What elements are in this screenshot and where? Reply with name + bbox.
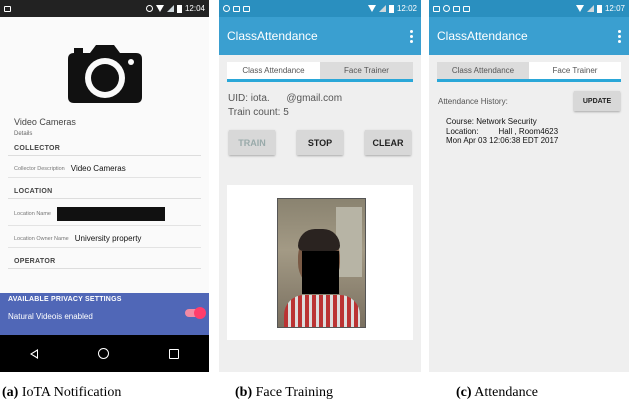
location-owner-label: Location Owner Name [14, 235, 69, 242]
caption-b-letter: (b) [235, 385, 253, 400]
privacy-option-label: Natural Videois enabled [8, 312, 93, 321]
train-count-label: Train count: 5 [228, 107, 289, 118]
status-bar: 12:02 [219, 0, 421, 17]
home-nav-icon[interactable] [98, 348, 109, 359]
wifi-icon [367, 5, 376, 12]
background-door [336, 207, 362, 277]
redacted-face [302, 251, 339, 294]
collector-description-label: Collector Description [14, 165, 65, 172]
caption-a-text: IoTA Notification [18, 385, 122, 400]
tab-face-trainer[interactable]: Face Trainer [320, 62, 413, 79]
status-time: 12:04 [184, 4, 205, 13]
image-icon [463, 5, 470, 12]
collector-description-value: Video Cameras [70, 164, 126, 173]
clear-button[interactable]: CLEAR [365, 130, 411, 155]
back-nav-icon[interactable] [30, 348, 38, 359]
app-title: ClassAttendance [437, 29, 528, 43]
signal-icon [378, 5, 386, 12]
mail-icon [453, 5, 460, 12]
caption-c-letter: (c) [456, 385, 472, 400]
attendance-record: Course: Network Security Location: Hall … [429, 111, 629, 146]
camera-preview-card [227, 185, 413, 340]
location-owner-value: University property [74, 234, 142, 243]
sync-icon [443, 5, 450, 12]
caption-c-text: Attendance [471, 385, 539, 400]
overflow-menu-icon[interactable] [618, 29, 621, 43]
location-owner-row: Location Owner Name University property [8, 226, 201, 248]
caption-b-text: Face Training [252, 385, 334, 400]
uid-label: UID: iota. @gmail.com [228, 93, 343, 104]
battery-icon [176, 4, 182, 13]
train-button[interactable]: TRAIN [229, 130, 275, 155]
notification-icon [4, 5, 11, 12]
battery-icon [596, 4, 602, 13]
update-button[interactable]: UPDATE [574, 91, 620, 111]
phone-iota-notification: 12:04 Video Cameras Details COLLECTOR Co… [0, 0, 209, 372]
person-hair [298, 229, 340, 251]
status-time: 12:07 [604, 4, 625, 13]
caption-a: (a) IoTA Notification [2, 385, 121, 401]
android-nav-bar [0, 335, 209, 372]
overflow-menu-icon[interactable] [410, 29, 413, 43]
wifi-icon [575, 5, 584, 12]
record-timestamp: Mon Apr 03 12:06:38 EDT 2017 [446, 136, 559, 145]
tab-bar: Class Attendance Face Trainer [227, 62, 413, 82]
app-title: ClassAttendance [227, 29, 318, 43]
tab-class-attendance[interactable]: Class Attendance [227, 62, 320, 79]
phone-attendance: 12:07 ClassAttendance Class Attendance F… [429, 0, 629, 372]
camera-icon [67, 45, 142, 103]
app-bar: ClassAttendance [219, 17, 421, 55]
recent-apps-icon[interactable] [169, 348, 179, 359]
caption-b: (b) Face Training [235, 385, 333, 401]
attendance-history-label: Attendance History: [438, 96, 508, 106]
app-bar: ClassAttendance [429, 17, 629, 55]
notification-icon [223, 5, 230, 12]
record-course: Course: Network Security [446, 117, 537, 126]
collector-section-header: COLLECTOR [8, 140, 201, 156]
privacy-settings-panel: AVAILABLE PRIVACY SETTINGS Natural Video… [0, 293, 209, 335]
tab-class-attendance[interactable]: Class Attendance [437, 62, 529, 79]
status-bar: 12:04 [0, 0, 209, 17]
camera-image [0, 17, 209, 107]
status-time: 12:02 [396, 4, 417, 13]
camera-preview-image [277, 198, 366, 328]
caption-c: (c) Attendance [456, 385, 538, 401]
privacy-header: AVAILABLE PRIVACY SETTINGS [8, 296, 122, 303]
details-label[interactable]: Details [0, 127, 209, 137]
redacted-location-name [57, 207, 165, 221]
privacy-toggle[interactable] [185, 307, 206, 319]
device-title: Video Cameras [14, 117, 76, 127]
operator-section-header: OPERATOR [8, 253, 201, 269]
signal-icon [586, 5, 594, 12]
tab-bar: Class Attendance Face Trainer [437, 62, 621, 82]
person-shirt [284, 295, 360, 327]
signal-icon [166, 5, 174, 12]
stop-button[interactable]: STOP [297, 130, 343, 155]
collector-description-row: Collector Description Video Cameras [8, 156, 201, 178]
image-icon [243, 5, 250, 12]
notification-icon [433, 5, 440, 12]
mail-icon [233, 5, 240, 12]
location-name-row: Location Name [8, 199, 201, 226]
trainer-info: UID: iota. @gmail.com Train count: 5 [219, 82, 421, 120]
sync-icon [145, 5, 153, 12]
trainer-button-row: TRAIN STOP CLEAR [219, 120, 421, 155]
tab-face-trainer[interactable]: Face Trainer [529, 62, 621, 79]
location-name-label: Location Name [14, 211, 51, 217]
battery-icon [388, 4, 394, 13]
phone-face-training: 12:02 ClassAttendance Class Attendance F… [219, 0, 421, 372]
toggle-knob [194, 307, 206, 319]
record-location: Location: Hall , Room4623 [446, 126, 559, 136]
wifi-icon [155, 5, 164, 12]
caption-a-letter: (a) [2, 385, 19, 400]
status-bar: 12:07 [429, 0, 629, 17]
location-section-header: LOCATION [8, 183, 201, 199]
history-header: Attendance History: UPDATE [429, 82, 629, 111]
